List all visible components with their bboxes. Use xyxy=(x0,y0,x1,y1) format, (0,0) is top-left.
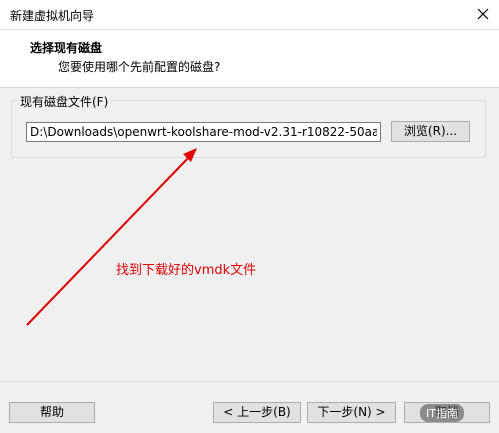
wizard-footer: 帮助 < 上一步(B) 下一步(N) > 取消 IT指南 xyxy=(0,381,499,433)
annotation-text: 找到下载好的vmdk文件 xyxy=(116,263,257,278)
watermark: IT指南 xyxy=(420,404,464,422)
wizard-body: 现有磁盘文件(F) 浏览(R)... 找到下载好的vmdk文件 xyxy=(0,88,499,381)
page-subtitle: 您要使用哪个先前配置的磁盘? xyxy=(58,60,221,74)
annotation-arrow xyxy=(26,148,197,326)
close-icon[interactable] xyxy=(475,6,491,22)
next-button[interactable]: 下一步(N) > xyxy=(307,402,396,423)
page-title: 选择现有磁盘 xyxy=(30,41,103,55)
wizard-header: 选择现有磁盘 您要使用哪个先前配置的磁盘? xyxy=(0,30,499,88)
title-bar: 新建虚拟机向导 xyxy=(0,0,499,30)
window-title: 新建虚拟机向导 xyxy=(10,9,95,23)
help-button[interactable]: 帮助 xyxy=(9,402,95,423)
back-button[interactable]: < 上一步(B) xyxy=(213,402,301,423)
